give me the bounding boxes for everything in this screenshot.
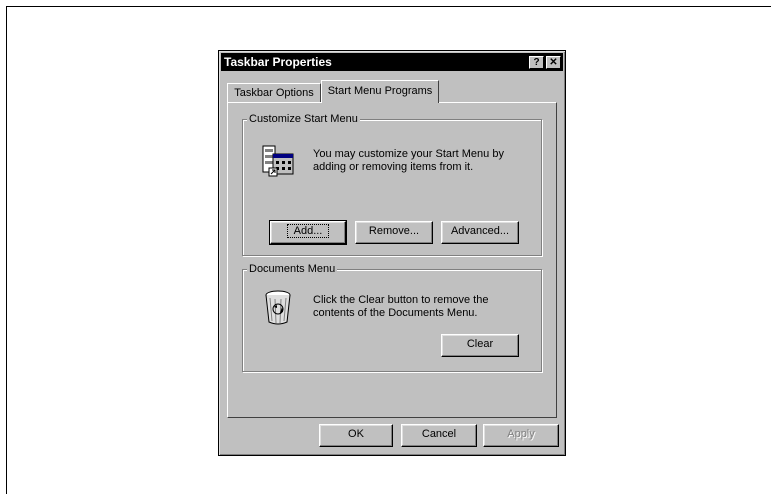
remove-button-label: Remove... [368, 225, 420, 237]
tab-taskbar-options[interactable]: Taskbar Options [227, 83, 321, 103]
tab-panel: Customize Start Menu You may customize y… [227, 102, 557, 418]
apply-button[interactable]: Apply [483, 424, 559, 447]
tab-start-menu-programs[interactable]: Start Menu Programs [321, 80, 439, 103]
taskbar-properties-dialog: Taskbar Properties ? ✕ Taskbar Options S… [218, 50, 566, 456]
ok-button[interactable]: OK [319, 424, 393, 447]
customize-start-menu-group: Customize Start Menu You may customize y… [242, 112, 542, 256]
apply-button-label: Apply [507, 428, 535, 440]
description-line: Click the Clear button to remove the [313, 294, 489, 306]
documents-menu-group: Documents Menu Click the Clear button to… [242, 262, 542, 372]
help-button[interactable]: ? [529, 55, 544, 69]
dialog-title: Taskbar Properties [224, 55, 332, 69]
description-line: You may customize your Start Menu by [313, 148, 504, 160]
group-legend: Documents Menu [247, 262, 338, 276]
tab-label: Start Menu Programs [327, 85, 433, 97]
remove-button[interactable]: Remove... [355, 221, 433, 244]
cancel-button-label: Cancel [421, 428, 457, 440]
add-button-label: Add... [286, 224, 330, 238]
documents-description: Click the Clear button to remove the con… [313, 294, 488, 320]
start-menu-icon [262, 145, 294, 177]
recycle-bin-icon [265, 290, 291, 325]
title-bar[interactable]: Taskbar Properties ? ✕ [221, 53, 563, 71]
ok-button-label: OK [348, 428, 364, 440]
group-legend: Customize Start Menu [247, 112, 360, 126]
advanced-button-label: Advanced... [450, 225, 510, 237]
close-button[interactable]: ✕ [546, 55, 561, 69]
page-frame-top [6, 6, 771, 7]
customize-description: You may customize your Start Menu by add… [313, 148, 504, 174]
clear-button-label: Clear [466, 338, 494, 350]
tab-label: Taskbar Options [234, 87, 314, 99]
close-icon: ✕ [549, 56, 558, 68]
advanced-button[interactable]: Advanced... [441, 221, 519, 244]
description-line: contents of the Documents Menu. [313, 307, 478, 319]
cancel-button[interactable]: Cancel [401, 424, 477, 447]
page-frame-left [6, 6, 7, 494]
description-line: adding or removing items from it. [313, 161, 474, 173]
add-button[interactable]: Add... [269, 220, 347, 245]
clear-button[interactable]: Clear [441, 334, 519, 357]
